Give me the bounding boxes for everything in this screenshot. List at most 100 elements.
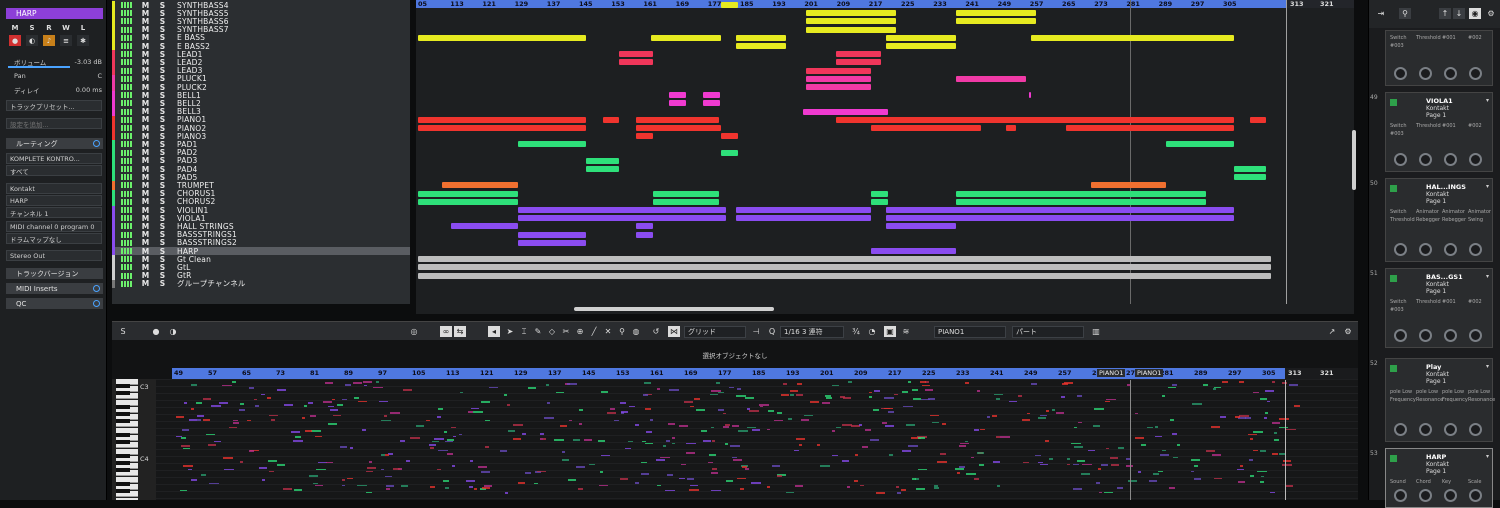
midi-note[interactable] [249,387,254,389]
search-icon[interactable]: ⚲ [1399,8,1411,19]
midi-note[interactable] [1264,417,1267,419]
black-key[interactable] [116,412,130,416]
grid-type-select[interactable]: グリッド [684,326,746,338]
midi-note[interactable] [362,429,366,431]
midi-note[interactable] [1093,425,1100,427]
rack-slot[interactable]: HARP Kontakt Page 1 ▾ Sound Chord Key Scale [1385,448,1493,508]
rack-slot[interactable]: HAL...INGS Kontakt Page 1 ▾ Switch Animator An… [1385,178,1493,262]
midi-part[interactable] [886,223,956,230]
part-marker[interactable]: PIANO1 [1135,369,1164,377]
midi-note[interactable] [259,467,267,469]
midi-note[interactable] [308,402,313,404]
midi-note[interactable] [745,397,754,399]
midi-note[interactable] [560,425,567,427]
midi-note[interactable] [977,390,980,392]
inspector-track-header[interactable]: HARP [6,8,103,19]
read-button[interactable]: R [43,22,55,33]
midi-note[interactable] [1282,464,1292,466]
midi-part[interactable] [418,264,1271,271]
midi-note[interactable] [1135,437,1144,439]
param-knob[interactable] [1469,153,1482,166]
midi-note[interactable] [482,487,490,489]
black-key[interactable] [116,433,130,437]
midi-part[interactable] [619,59,653,66]
midi-note[interactable] [240,403,244,405]
qc-section[interactable]: QC [6,298,103,309]
midi-note[interactable] [1061,396,1065,398]
param-knob[interactable] [1444,153,1457,166]
midi-part[interactable] [703,92,720,99]
param-knob[interactable] [1394,423,1407,436]
part-edit-select[interactable]: パート [1012,326,1084,338]
stereo-out-select[interactable]: Stereo Out [6,250,102,261]
acoustic-feedback-icon[interactable]: ◑ [167,326,179,337]
midi-note[interactable] [817,444,820,446]
midi-note[interactable] [219,402,228,404]
midi-note[interactable] [1272,422,1280,424]
midi-note[interactable] [277,464,285,466]
midi-part[interactable] [1066,125,1234,131]
trim-icon[interactable]: ✂ [560,326,572,337]
midi-note[interactable] [620,478,628,480]
midi-part[interactable] [603,116,619,123]
midi-note[interactable] [635,424,639,426]
midi-note[interactable] [469,486,473,488]
midi-inserts-section[interactable]: MIDI Inserts [6,283,103,294]
midi-part[interactable] [806,10,896,17]
mouse-position-icon[interactable]: ≋ [900,326,912,337]
black-key[interactable] [116,384,130,388]
param-knob[interactable] [1419,67,1432,80]
chevron-down-icon[interactable]: ▾ [1486,183,1489,190]
midi-note[interactable] [848,381,852,383]
midi-part[interactable] [736,207,871,213]
midi-note[interactable] [544,417,554,419]
param-knob[interactable] [1419,329,1432,342]
mute-button[interactable]: M [9,22,21,33]
midi-note[interactable] [1046,410,1049,412]
midi-note[interactable] [987,416,990,418]
midi-note[interactable] [870,439,879,441]
midi-note[interactable] [1081,473,1090,475]
arrow-down-icon[interactable]: ↓ [1453,8,1465,19]
midi-note[interactable] [908,381,911,383]
pan-row[interactable]: Pan C [6,70,102,81]
midi-note[interactable] [1031,383,1037,385]
midi-note[interactable] [438,408,443,410]
midi-note[interactable] [1272,453,1278,455]
mute-button[interactable]: M [137,279,154,288]
midi-note[interactable] [291,431,300,433]
midi-note[interactable] [485,446,489,448]
midi-note[interactable] [668,423,675,425]
midi-note[interactable] [825,395,831,397]
param-knob[interactable] [1444,329,1457,342]
midi-note[interactable] [340,446,347,448]
note-field[interactable]: 設定を追加... [6,118,102,129]
midi-note[interactable] [759,404,769,406]
midi-note[interactable] [876,492,885,494]
midi-part[interactable] [806,75,871,82]
midi-note[interactable] [196,402,202,404]
mute-tool-icon[interactable]: ✕ [602,326,614,337]
midi-note[interactable] [979,464,984,466]
midi-note[interactable] [474,488,477,490]
monitor-icon[interactable]: ◐ [26,35,38,46]
midi-note[interactable] [267,397,271,399]
midi-note[interactable] [1064,382,1073,384]
midi-part[interactable] [669,100,686,107]
midi-note[interactable] [977,452,984,454]
midi-note[interactable] [718,409,724,411]
midi-note[interactable] [752,429,760,431]
midi-note[interactable] [323,401,332,403]
black-key[interactable] [116,482,130,486]
midi-note[interactable] [1138,471,1141,473]
midi-note[interactable] [513,438,521,440]
midi-note[interactable] [525,472,531,474]
midi-note[interactable] [311,430,321,432]
midi-note[interactable] [434,438,444,440]
midi-note[interactable] [579,409,583,411]
midi-note[interactable] [620,402,626,404]
midi-note[interactable] [1067,458,1070,460]
midi-note[interactable] [672,437,675,439]
midi-note[interactable] [401,485,408,487]
midi-note[interactable] [437,416,441,418]
